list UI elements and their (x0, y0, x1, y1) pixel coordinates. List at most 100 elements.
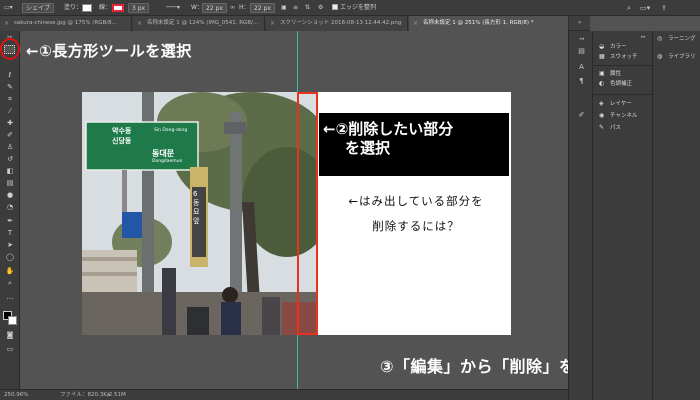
panel-item-learn[interactable]: ◎ ラーニング (657, 34, 696, 43)
mode-select[interactable]: シェイプ (22, 3, 55, 13)
tab-label: 名称未設定 1 @ 251% (長方形 1, RGB/8) * (423, 20, 534, 26)
color-icon: ◒ (599, 43, 605, 50)
zoom-level[interactable]: 250.96% (4, 390, 28, 400)
screen-mode-icon[interactable]: ▭ (5, 345, 15, 354)
sign-text-2: 신당동 (112, 137, 132, 145)
panels-column-a: ▸▸ ◒ カラー ▦ スウォッチ ▣ 属性 ◐ 色調補正 ◈ レイヤー ◉ チャンネル ✎ パ… (592, 31, 652, 400)
align-edges-label: エッジを整列 (340, 4, 377, 11)
align-edges-checkbox[interactable]: エッジを整列 (332, 3, 376, 13)
panel-label: ラーニング (668, 36, 696, 42)
stroke-swatch[interactable] (112, 4, 124, 12)
character-panel-icon[interactable]: A (577, 63, 586, 71)
panel-item-swatches[interactable]: ▦ スウォッチ (599, 52, 638, 61)
subway-sign-text: 6 동묘앞 (193, 190, 200, 225)
divider (593, 65, 652, 66)
collapse-icon[interactable]: ◂◂ (577, 35, 586, 43)
path-ops-icon[interactable]: ▣ (281, 3, 287, 13)
paths-icon: ✎ (599, 124, 605, 131)
selected-rectangle-shape[interactable] (297, 92, 318, 335)
panel-item-layers[interactable]: ◈ レイヤー (599, 99, 632, 108)
close-icon[interactable]: × (270, 16, 275, 31)
eyedropper-icon[interactable]: ⁄ (5, 107, 15, 116)
lasso-tool-icon[interactable]: ℓ (5, 71, 15, 80)
rectangle-tool-highlight-circle (0, 38, 20, 60)
question-text: ←はみ出している部分を 削除するには？ (321, 189, 511, 239)
ellipse-tool-icon[interactable]: ◯ (5, 253, 15, 262)
history-panel-icon[interactable]: ▤ (577, 47, 586, 55)
fill-swatch[interactable] (82, 4, 92, 12)
step1-annotation: ←①長方形ツールを選択 (26, 42, 192, 60)
fill-label: 塗り： (64, 4, 83, 11)
path-selection-icon[interactable]: ➤ (5, 241, 15, 250)
pen-tool-icon[interactable]: ✒ (5, 217, 15, 226)
zoom-tool-icon[interactable]: ⌕ (5, 279, 15, 288)
quick-mask-icon[interactable]: ◙ (5, 331, 15, 340)
color-swatches[interactable] (3, 311, 17, 325)
panels-column-b: ◎ ラーニング ◍ ライブラリ (652, 31, 700, 400)
sign-text-1: 약수동 (112, 127, 132, 135)
options-bar: ▭▾ シェイプ 塗り： 線： 3 px ───▾ W： 22 px ∞ H： 2… (0, 0, 700, 16)
status-bar: 250.96% ファイル：820.3K/2.51M ▸ (0, 389, 568, 400)
path-align-icon[interactable]: ≡ (293, 3, 298, 13)
tab-untitled-124[interactable]: × 名称未設定 1 @ 124% (IMG_0541, RGB/... (133, 16, 265, 31)
height-field[interactable]: 22 px (250, 3, 275, 13)
tab-sakura[interactable]: × sakura-chinese.jpg @ 175% (RGB/8... (0, 16, 132, 31)
panel-item-properties[interactable]: ▣ 属性 (599, 69, 621, 78)
history-brush-icon[interactable]: ↺ (5, 155, 15, 164)
tool-preset-icon[interactable]: ▭▾ (4, 3, 13, 13)
panel-label: カラー (610, 44, 627, 50)
panel-label: パス (610, 125, 622, 131)
channels-icon: ◉ (599, 112, 605, 119)
libraries-icon: ◍ (657, 53, 663, 60)
crop-tool-icon[interactable]: ⌗ (5, 95, 15, 104)
more-tools-icon[interactable]: … (5, 293, 15, 302)
brush-tool-icon[interactable]: ✐ (5, 131, 15, 140)
sign-text-4: 동대문 (152, 149, 175, 158)
photoshop-window: ▭▾ シェイプ 塗り： 線： 3 px ───▾ W： 22 px ∞ H： 2… (0, 0, 700, 400)
path-arrange-icon[interactable]: ⇅ (305, 3, 310, 13)
checkbox-icon (332, 4, 338, 10)
clone-stamp-icon[interactable]: ♙ (5, 143, 15, 152)
panel-item-paths[interactable]: ✎ パス (599, 123, 621, 132)
panel-item-color[interactable]: ◒ カラー (599, 42, 627, 51)
status-menu-icon[interactable]: ▸ (108, 390, 111, 400)
link-icon[interactable]: ∞ (230, 3, 235, 13)
eraser-icon[interactable]: ◧ (5, 167, 15, 176)
adjustments-icon: ◐ (599, 80, 605, 87)
panel-item-libraries[interactable]: ◍ ライブラリ (657, 52, 696, 61)
close-icon[interactable]: × (137, 16, 142, 31)
hand-tool-icon[interactable]: ✋ (5, 267, 15, 276)
close-icon[interactable]: × (413, 16, 418, 31)
panel-item-channels[interactable]: ◉ チャンネル (599, 111, 637, 120)
quick-select-icon[interactable]: ✎ (5, 83, 15, 92)
paragraph-panel-icon[interactable]: ¶ (577, 77, 586, 85)
panel-item-adjustments[interactable]: ◐ 色調補正 (599, 79, 632, 88)
dodge-tool-icon[interactable]: ◔ (5, 203, 15, 212)
tabs-overflow-icon[interactable]: » (578, 19, 582, 26)
close-icon[interactable]: × (4, 16, 9, 31)
step2-callout: ←②削除したい部分 を選択 (319, 113, 509, 176)
question-line-1: ←はみ出している部分を (348, 194, 484, 208)
settings-icon[interactable]: ⚙ (318, 3, 323, 13)
stroke-style-select[interactable]: ───▾ (166, 3, 180, 13)
h-label: H： (239, 4, 250, 11)
search-icon[interactable]: ⌕ (627, 2, 631, 14)
type-tool-icon[interactable]: T (5, 229, 15, 238)
panel-dock-icons: ◂◂ ▤ A ¶ ✐ (568, 31, 592, 400)
brush-settings-icon[interactable]: ✐ (577, 111, 586, 119)
panel-label: チャンネル (610, 113, 638, 119)
panel-label: レイヤー (610, 101, 632, 107)
healing-brush-icon[interactable]: ✚ (5, 119, 15, 128)
share-icon[interactable]: ⇪ (661, 2, 667, 14)
collapse-icon[interactable]: ▸▸ (641, 34, 646, 40)
blur-tool-icon[interactable]: ● (5, 191, 15, 200)
step2-line-2: を選択 (345, 139, 391, 157)
tab-screenshot[interactable]: × スクリーンショット 2018-08-13 12.44.42.png (266, 16, 408, 31)
gradient-tool-icon[interactable]: ▤ (5, 179, 15, 188)
panel-label: ライブラリ (668, 54, 696, 60)
tab-untitled-251[interactable]: × 名称未設定 1 @ 251% (長方形 1, RGB/8) * (409, 16, 569, 31)
width-field[interactable]: 22 px (202, 3, 227, 13)
stroke-width-field[interactable]: 3 px (128, 3, 150, 13)
workspace-icon[interactable]: ▭▾ (640, 2, 650, 14)
background-color[interactable] (8, 316, 17, 325)
